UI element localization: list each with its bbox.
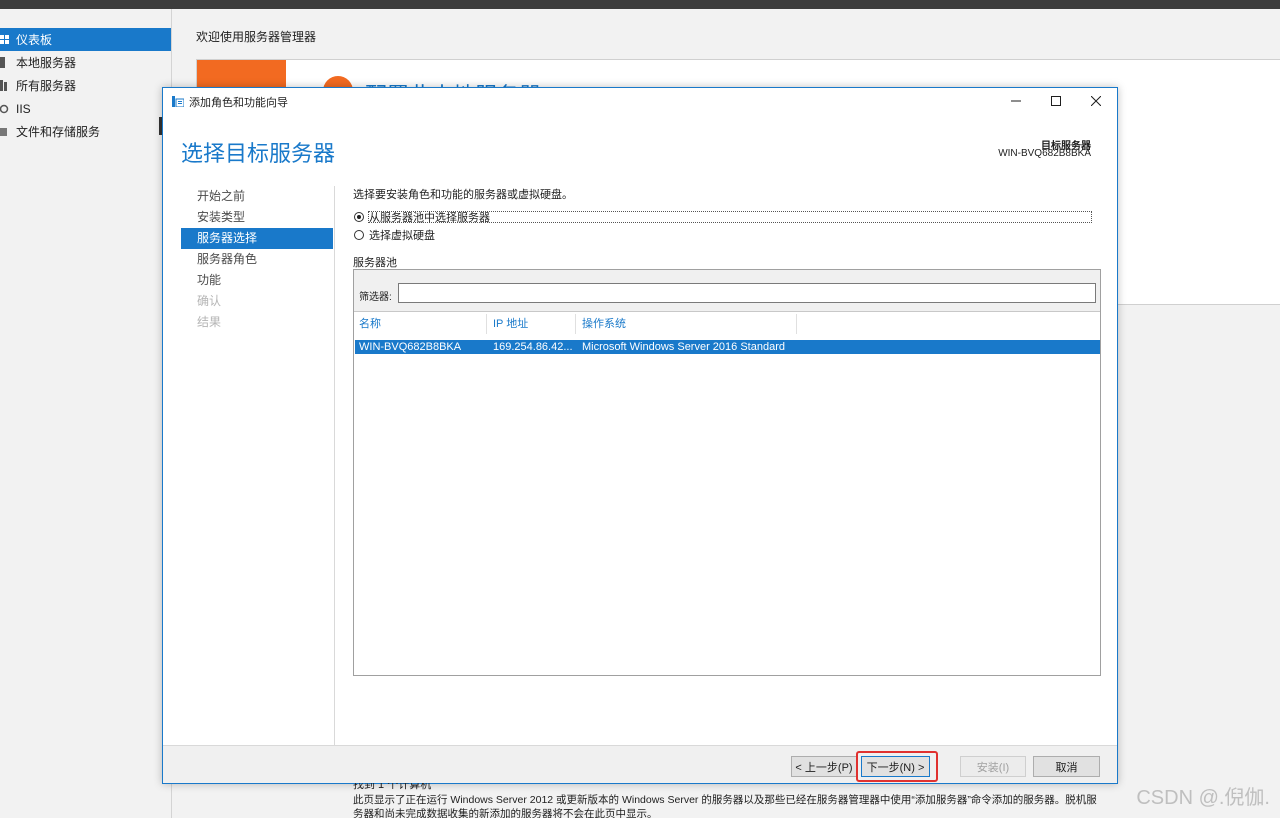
servers-icon — [0, 80, 7, 91]
step-server-roles[interactable]: 服务器角色 — [181, 249, 333, 270]
server-pool-panel: 筛选器: 名称 IP 地址 操作系统 WIN-BVQ682B8BKA 169.2… — [353, 269, 1101, 676]
minimize-button[interactable] — [996, 88, 1036, 114]
step-features[interactable]: 功能 — [181, 270, 333, 291]
maximize-button[interactable] — [1036, 88, 1076, 114]
dialog-footer: < 上一步(P) 下一步(N) > 安装(I) 取消 — [163, 745, 1117, 783]
dialog-titlebar[interactable]: 添加角色和功能向导 — [163, 88, 1117, 114]
watermark: CSDN @.倪伽. — [1136, 787, 1270, 809]
column-header-ip[interactable]: IP 地址 — [488, 314, 576, 334]
nav-item-label: 文件和存储服务 — [16, 125, 101, 139]
annotation-highlight-box — [856, 751, 938, 782]
target-server-value: WIN-BVQ682B8BKA — [998, 148, 1091, 159]
server-manager-nav: 仪表板 本地服务器 所有服务器 IIS 文件和存储服务 — [0, 9, 172, 818]
filter-label: 筛选器: — [359, 292, 392, 303]
install-button: 安装(I) — [960, 756, 1026, 777]
filter-input[interactable] — [398, 283, 1096, 303]
cell-name: WIN-BVQ682B8BKA — [359, 341, 462, 353]
wizard-content: 选择要安装角色和功能的服务器或虚拟硬盘。 从服务器池中选择服务器 选择虚拟硬盘 … — [334, 186, 1101, 818]
nav-item-all-servers[interactable]: 所有服务器 — [0, 74, 171, 97]
info-note: 此页显示了正在运行 Windows Server 2012 或更新版本的 Win… — [353, 794, 1097, 818]
cancel-button[interactable]: 取消 — [1033, 756, 1100, 777]
option-server-pool[interactable]: 从服务器池中选择服务器 — [354, 210, 490, 224]
nav-item-iis[interactable]: IIS — [0, 97, 171, 120]
dashboard-icon — [0, 35, 9, 44]
maximize-icon — [1051, 96, 1061, 106]
option-label: 选择虚拟硬盘 — [369, 230, 435, 242]
step-confirmation: 确认 — [197, 294, 222, 308]
option-label: 从服务器池中选择服务器 — [369, 212, 490, 224]
nav-item-label: 本地服务器 — [16, 56, 77, 70]
nav-item-label: 所有服务器 — [16, 79, 77, 93]
column-header-os[interactable]: 操作系统 — [577, 314, 797, 334]
step-results: 结果 — [197, 315, 222, 329]
filter-bar: 筛选器: — [354, 270, 1100, 312]
nav-item-local-server[interactable]: 本地服务器 — [0, 51, 171, 74]
step-installation-type[interactable]: 安装类型 — [181, 207, 333, 228]
wizard-steps: 开始之前 安装类型 服务器选择 服务器角色 功能 确认 结果 — [181, 186, 333, 333]
server-icon — [0, 57, 5, 68]
iis-icon — [0, 104, 9, 114]
add-roles-wizard-dialog: 添加角色和功能向导 选择目标服务器 目标服务器 WIN-BVQ682B8BKA … — [162, 87, 1118, 818]
table-row[interactable]: WIN-BVQ682B8BKA 169.254.86.42... Microso… — [355, 340, 1100, 354]
close-icon — [1091, 96, 1101, 106]
wizard-icon — [172, 96, 184, 107]
server-pool-label: 服务器池 — [353, 257, 397, 269]
nav-item-label: IIS — [16, 101, 31, 116]
option-virtual-disk[interactable]: 选择虚拟硬盘 — [354, 228, 435, 242]
radio-button-checked[interactable] — [354, 212, 364, 222]
storage-icon — [0, 128, 7, 136]
close-button[interactable] — [1076, 88, 1116, 114]
step-server-selection[interactable]: 服务器选择 — [181, 228, 333, 249]
minimize-icon — [1011, 100, 1021, 102]
radio-button[interactable] — [354, 230, 364, 240]
page-title: 欢迎使用服务器管理器 — [196, 30, 317, 44]
nav-item-label: 仪表板 — [16, 33, 53, 47]
top-bar — [0, 0, 1280, 9]
cell-os: Microsoft Windows Server 2016 Standard — [582, 341, 785, 353]
nav-item-dashboard[interactable]: 仪表板 — [0, 28, 171, 51]
nav-item-file-storage[interactable]: 文件和存储服务 — [0, 120, 171, 143]
wizard-heading: 选择目标服务器 — [181, 141, 336, 166]
previous-button[interactable]: < 上一步(P) — [791, 756, 857, 777]
column-header-name[interactable]: 名称 — [354, 314, 487, 334]
cell-ip: 169.254.86.42... — [493, 341, 573, 353]
step-before-you-begin[interactable]: 开始之前 — [181, 186, 333, 207]
description-text: 选择要安装角色和功能的服务器或虚拟硬盘。 — [353, 189, 573, 201]
dialog-title: 添加角色和功能向导 — [189, 97, 288, 109]
